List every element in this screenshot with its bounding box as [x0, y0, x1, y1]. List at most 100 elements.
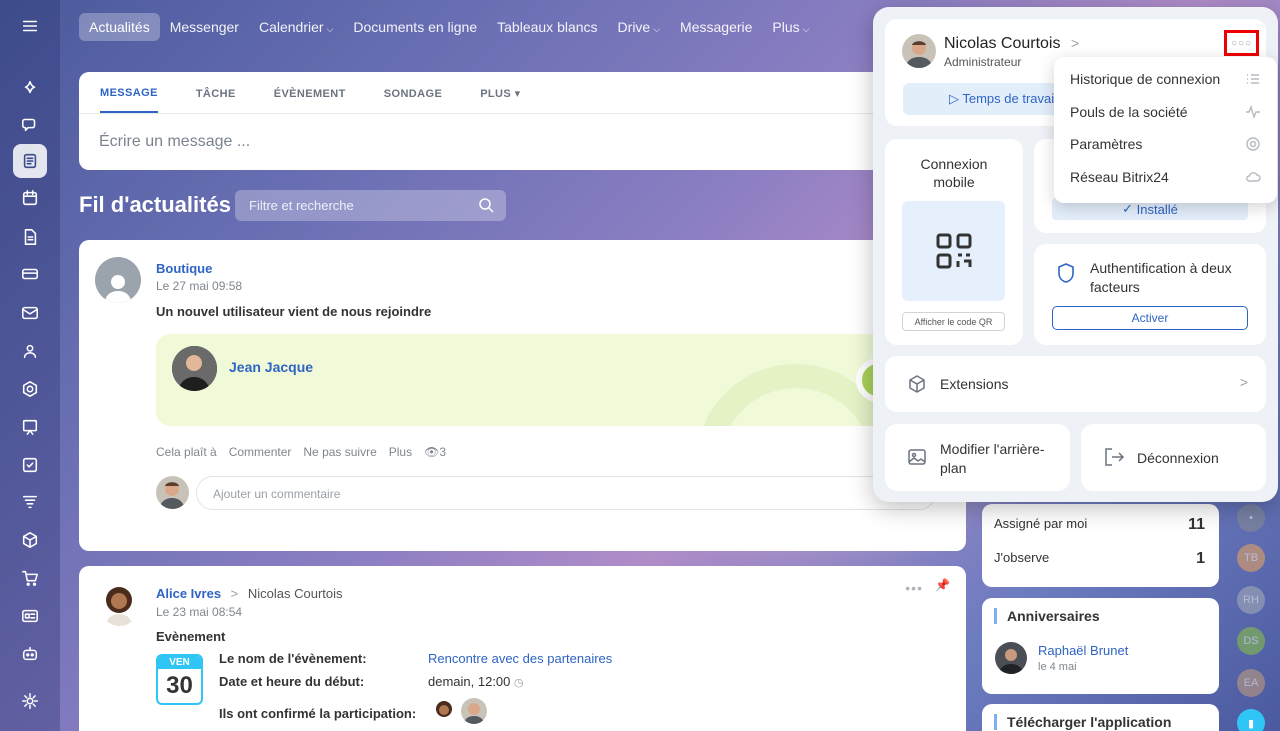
- rail-item-sites[interactable]: [13, 599, 47, 633]
- site-icon: [22, 609, 38, 623]
- feed-post: Boutique Le 27 mai 09:58 Un nouvel utili…: [79, 240, 966, 551]
- rail-item-messenger[interactable]: [13, 107, 47, 141]
- pin-icon[interactable]: 📌: [935, 578, 950, 592]
- avatar[interactable]: [431, 698, 457, 724]
- show-qr-button[interactable]: Afficher le code QR: [902, 312, 1005, 331]
- work-time-button[interactable]: ▷ Temps de travail: [903, 83, 1063, 115]
- rail-item-bots[interactable]: [13, 637, 47, 671]
- comment-link[interactable]: Commenter: [229, 445, 292, 459]
- nav-tableaux[interactable]: Tableaux blancs: [487, 13, 607, 41]
- rail-item-users[interactable]: [13, 334, 47, 368]
- rail-item-shop[interactable]: [13, 561, 47, 595]
- app-download-widget: Télécharger l'application: [982, 704, 1219, 731]
- avatar[interactable]: [172, 346, 217, 391]
- current-user-photo-icon: [902, 34, 936, 68]
- image-icon: [908, 449, 926, 465]
- task-row[interactable]: J'observe 1: [994, 550, 1205, 568]
- tasks-widget: Assigné par moi 11 J'observe 1: [982, 504, 1219, 587]
- rail-item-inventory[interactable]: [13, 523, 47, 557]
- gear-icon: [22, 693, 38, 709]
- birthday-person[interactable]: Raphaël Brunet: [1038, 643, 1128, 658]
- more-options-icon[interactable]: •••: [905, 580, 923, 596]
- rail-item-mail[interactable]: [13, 296, 47, 330]
- unfollow-link[interactable]: Ne pas suivre: [303, 445, 376, 459]
- chevron-right-icon: >: [1070, 35, 1080, 51]
- avatar[interactable]: TB: [1237, 544, 1265, 572]
- more-options-button[interactable]: ○○○: [1224, 30, 1259, 56]
- avatar[interactable]: DS: [1237, 627, 1265, 655]
- calendar-icon: [22, 190, 38, 206]
- avatar[interactable]: [95, 257, 141, 303]
- rail-item-ai[interactable]: [13, 71, 47, 105]
- rail-item-calendar[interactable]: [13, 181, 47, 215]
- menu-item-bitrix-network[interactable]: Réseau Bitrix24: [1070, 169, 1261, 185]
- message-input[interactable]: Écrire un message ...: [79, 114, 966, 170]
- hamburger-icon: [22, 20, 38, 32]
- chevron-down-icon: ⌵: [802, 24, 810, 34]
- avatar[interactable]: EA: [1237, 669, 1265, 697]
- event-name-link[interactable]: Rencontre avec des partenaires: [428, 651, 612, 666]
- widget-title[interactable]: Télécharger l'application: [994, 714, 1171, 730]
- nav-plus[interactable]: Plus ⌵: [762, 13, 819, 41]
- post-author[interactable]: Alice Ivres > Nicolas Courtois: [156, 586, 343, 601]
- cloud-icon: [1246, 172, 1261, 182]
- tab-tache[interactable]: TÂCHE: [196, 74, 236, 112]
- change-background-button[interactable]: Modifier l'arrière-plan: [885, 424, 1070, 491]
- composer-tabs: MESSAGE TÂCHE ÉVÈNEMENT SONDAGE PLUS ▾: [79, 72, 966, 114]
- rail-item-boards[interactable]: [13, 257, 47, 291]
- nav-messagerie[interactable]: Messagerie: [670, 13, 762, 41]
- nav-calendrier[interactable]: Calendrier ⌵: [249, 13, 343, 41]
- avatar[interactable]: [461, 698, 487, 724]
- nav-label: Calendrier: [258, 19, 324, 35]
- event-field-label: Le nom de l'évènement:: [219, 651, 367, 666]
- tab-sondage[interactable]: SONDAGE: [384, 74, 442, 112]
- like-link[interactable]: Cela plaît à: [156, 445, 217, 459]
- logout-button[interactable]: Déconnexion: [1081, 424, 1266, 491]
- more-link[interactable]: Plus: [389, 445, 412, 459]
- tab-message[interactable]: MESSAGE: [100, 73, 158, 113]
- post-author[interactable]: Boutique: [156, 261, 212, 276]
- calendar-date-badge: VEN 30: [156, 654, 203, 705]
- task-row[interactable]: Assigné par moi 11: [994, 516, 1205, 534]
- rail-item-feed[interactable]: [13, 144, 47, 178]
- bookmark-icon[interactable]: ▮: [1237, 709, 1265, 731]
- rail-item-settings[interactable]: [13, 684, 47, 718]
- enable-2fa-button[interactable]: Activer: [1052, 306, 1248, 330]
- nav-label: Drive: [617, 19, 651, 35]
- comment-input[interactable]: Ajouter un commentaire: [196, 476, 936, 510]
- menu-item-settings[interactable]: Paramètres: [1070, 136, 1261, 152]
- avatar[interactable]: •: [1237, 504, 1265, 532]
- menu-item-login-history[interactable]: Historique de connexion: [1070, 71, 1261, 87]
- event-start-value: demain, 12:00 ◷: [428, 674, 524, 689]
- menu-button[interactable]: [13, 9, 47, 43]
- extensions-row[interactable]: Extensions >: [885, 356, 1266, 412]
- avatar[interactable]: [902, 34, 936, 68]
- nav-documents[interactable]: Documents en ligne: [343, 13, 487, 41]
- participant-photo-icon: [461, 698, 487, 724]
- avatar[interactable]: [99, 582, 140, 626]
- post-recipient[interactable]: Nicolas Courtois: [248, 586, 343, 601]
- menu-item-company-pulse[interactable]: Pouls de la société: [1070, 104, 1261, 120]
- cart-icon: [22, 570, 38, 586]
- work-time-label: Temps de travail: [962, 91, 1058, 106]
- avatar[interactable]: [995, 642, 1027, 674]
- rail-item-groups[interactable]: [13, 372, 47, 406]
- nav-messenger[interactable]: Messenger: [160, 13, 249, 41]
- rail-item-tasks[interactable]: [13, 448, 47, 482]
- nav-actualites[interactable]: Actualités: [79, 13, 160, 41]
- new-user-name[interactable]: Jean Jacque: [229, 359, 313, 375]
- avatar[interactable]: RH: [1237, 586, 1265, 614]
- rail-item-crm[interactable]: [13, 485, 47, 519]
- profile-name[interactable]: Nicolas Courtois >: [944, 35, 1079, 53]
- task-label: Assigné par moi: [994, 516, 1088, 531]
- tab-plus[interactable]: PLUS ▾: [480, 73, 520, 112]
- tab-evenement[interactable]: ÉVÈNEMENT: [274, 74, 346, 112]
- avatar[interactable]: [156, 476, 189, 509]
- gear-icon: [1246, 137, 1260, 151]
- nav-drive[interactable]: Drive ⌵: [608, 13, 671, 41]
- card-title: Connexion mobile: [920, 156, 988, 190]
- search-input[interactable]: Filtre et recherche: [235, 190, 506, 221]
- views-counter: 👁3: [424, 445, 446, 459]
- rail-item-documents[interactable]: [13, 220, 47, 254]
- rail-item-video[interactable]: [13, 410, 47, 444]
